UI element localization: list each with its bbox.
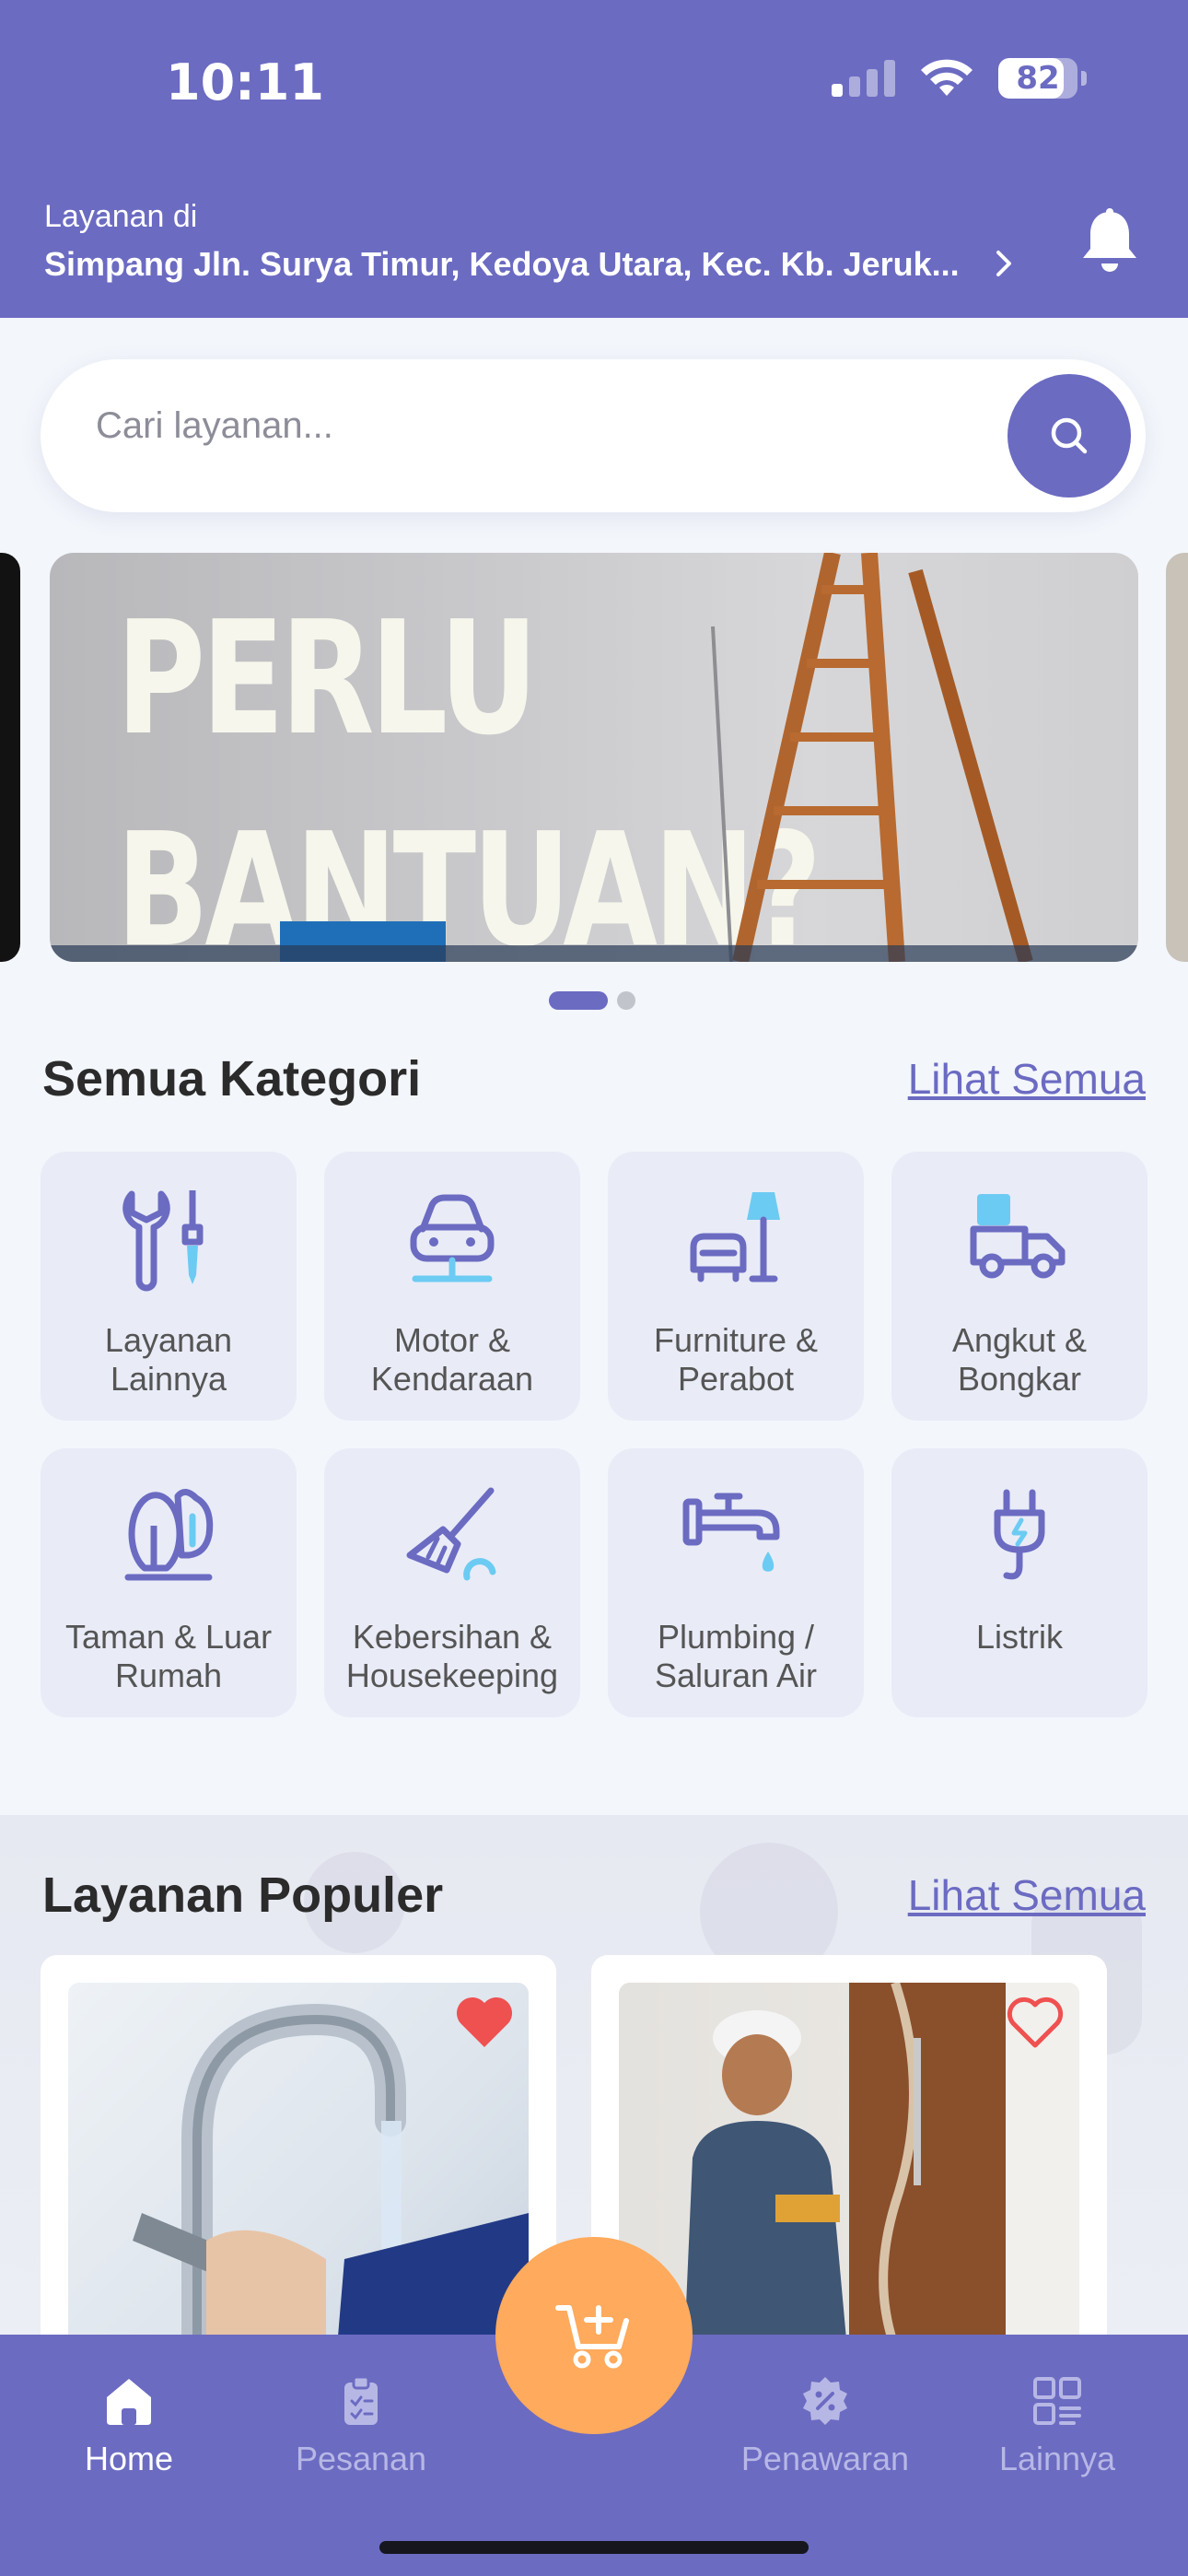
favorite-heart-icon-filled[interactable] [455, 1996, 514, 2051]
nav-more[interactable]: Lainnya [956, 2373, 1159, 2478]
status-icons: 82 [832, 57, 1087, 100]
categories-see-all-link[interactable]: Lihat Semua [908, 1054, 1146, 1104]
category-other-services[interactable]: Layanan Lainnya [41, 1152, 297, 1421]
battery-tip [1081, 71, 1087, 86]
banner-next-peek[interactable] [1166, 553, 1188, 962]
category-garden[interactable]: Taman & Luar Rumah [41, 1448, 297, 1717]
home-icon [107, 2379, 151, 2425]
grid-menu-icon [1033, 2377, 1081, 2425]
battery-icon: 82 [998, 58, 1077, 99]
cart-add-icon [555, 2305, 629, 2369]
category-electrical[interactable]: Listrik [891, 1448, 1147, 1717]
location-address[interactable]: Simpang Jln. Surya Timur, Kedoya Utara, … [44, 245, 960, 284]
pagination-dot[interactable] [617, 991, 635, 1010]
nav-offers[interactable]: Penawaran [724, 2373, 926, 2478]
category-plumbing[interactable]: Plumbing / Saluran Air [608, 1448, 864, 1717]
popular-service-card[interactable] [41, 1955, 556, 2360]
battery-percentage: 82 [1016, 60, 1060, 97]
promo-banner[interactable]: PERLU BANTUAN? [50, 553, 1138, 962]
search-bar [41, 359, 1146, 512]
banner-floor [50, 945, 1138, 962]
category-label: Kebersihan & Housekeeping [345, 1618, 559, 1694]
plug-icon [994, 1489, 1045, 1580]
status-time: 10:11 [166, 53, 324, 111]
popular-title: Layanan Populer [42, 1868, 444, 1923]
nav-label: Penawaran [740, 2440, 910, 2477]
cellular-signal-icon [832, 60, 895, 97]
category-label: Plumbing / Saluran Air [654, 1618, 818, 1694]
car-icon [410, 1194, 495, 1282]
category-moving[interactable]: Angkut & Bongkar [891, 1152, 1147, 1421]
bell-icon[interactable] [1079, 208, 1140, 275]
category-label: Furniture & Perabot [653, 1321, 819, 1398]
nav-home[interactable]: Home [28, 2373, 230, 2478]
furniture-icon [690, 1192, 780, 1282]
nav-orders[interactable]: Pesanan [260, 2373, 462, 2478]
category-label: Taman & Luar Rumah [64, 1618, 273, 1694]
home-indicator [379, 2541, 809, 2554]
tree-icon [124, 1489, 214, 1581]
location-label: Layanan di [44, 199, 198, 234]
door-installation-photo [619, 1983, 1079, 2360]
clipboard-icon [344, 2375, 378, 2425]
chevron-right-icon[interactable] [987, 247, 1020, 280]
ladder-illustration [711, 553, 1033, 962]
discount-badge-icon [803, 2377, 847, 2425]
add-to-cart-fab[interactable] [495, 2237, 693, 2434]
categories-title: Semua Kategori [42, 1051, 422, 1107]
banner-pagination [549, 991, 635, 1010]
nav-label: Lainnya [998, 2440, 1116, 2477]
popular-see-all-link[interactable]: Lihat Semua [908, 1870, 1146, 1920]
faucet-icon [682, 1493, 780, 1572]
app-header: 10:11 82 Layanan di Simpang Jln. Surya T… [0, 0, 1188, 318]
category-label: Layanan Lainnya [104, 1321, 233, 1398]
search-icon [1051, 417, 1088, 454]
search-input[interactable] [96, 405, 925, 447]
nav-label: Pesanan [295, 2440, 427, 2477]
broom-icon [406, 1487, 496, 1581]
search-button[interactable] [1007, 374, 1131, 498]
tools-icon [122, 1190, 204, 1292]
banner-prev-peek[interactable] [0, 553, 20, 962]
wifi-icon [921, 59, 973, 96]
favorite-heart-icon-outline[interactable] [1006, 1996, 1065, 2051]
category-cleaning[interactable]: Kebersihan & Housekeeping [324, 1448, 580, 1717]
category-label: Motor & Kendaraan [370, 1321, 534, 1398]
category-furniture[interactable]: Furniture & Perabot [608, 1152, 864, 1421]
category-label: Angkut & Bongkar [951, 1321, 1088, 1398]
faucet-repair-photo [68, 1983, 529, 2360]
pagination-dot-active[interactable] [549, 991, 608, 1010]
nav-label: Home [84, 2440, 174, 2477]
category-label: Listrik [975, 1618, 1063, 1656]
moving-truck-icon [970, 1194, 1066, 1279]
category-vehicles[interactable]: Motor & Kendaraan [324, 1152, 580, 1421]
